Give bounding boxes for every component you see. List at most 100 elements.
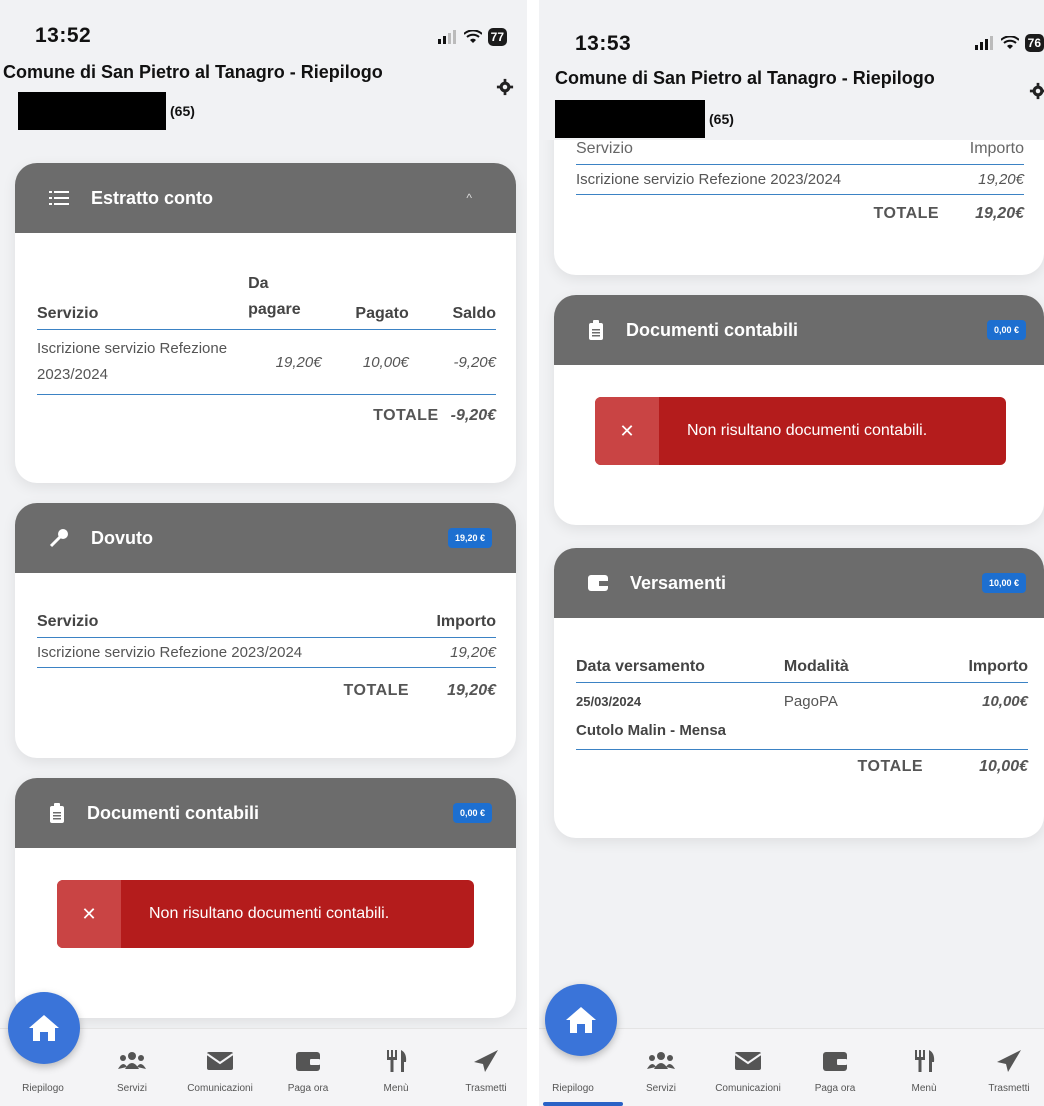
table-row-description: Cutolo Malin - Mensa xyxy=(576,716,1028,750)
active-tab-indicator xyxy=(543,1102,623,1106)
cell-servizio: Iscrizione servizio Refezione 2023/2024 xyxy=(576,164,948,195)
tab-servizi[interactable]: Servizi xyxy=(621,1049,701,1094)
card-title: Dovuto xyxy=(91,527,153,548)
cell-da-pagare: 19,20€ xyxy=(248,329,322,395)
estratto-conto-header[interactable]: Estratto conto ^ xyxy=(15,163,516,233)
content-scroll[interactable]: Servizio Importo Iscrizione servizio Ref… xyxy=(539,140,1044,1028)
col-servizio: Servizio xyxy=(37,271,249,330)
tab-label: Riepilogo xyxy=(22,1083,64,1094)
content-scroll[interactable]: Estratto conto ^ Servizio Da pagare Paga… xyxy=(0,138,527,1028)
user-id: (65) xyxy=(170,103,195,119)
card-title: Estratto conto xyxy=(91,187,214,208)
clipboard-icon xyxy=(50,803,64,823)
documenti-header[interactable]: Documenti contabili 0,00 € xyxy=(554,295,1044,365)
cell-importo: 10,00€ xyxy=(982,693,1028,710)
tab-menu[interactable]: Menù xyxy=(356,1049,436,1094)
tab-comunicazioni[interactable]: Comunicazioni xyxy=(708,1049,788,1094)
wifi-icon xyxy=(463,30,482,43)
versamenti-table: Data versamento Modalità Importo 25/03/2… xyxy=(576,658,1028,750)
clipboard-icon xyxy=(589,320,603,340)
envelope-icon xyxy=(206,1052,234,1070)
tab-label: Trasmetti xyxy=(465,1083,507,1094)
dovuto-header[interactable]: Dovuto 19,20 € xyxy=(15,503,516,573)
page-title: Comune di San Pietro al Tanagro - Riepil… xyxy=(3,62,383,82)
dovuto-body: Servizio Importo Iscrizione servizio Ref… xyxy=(554,140,1044,223)
total-row: TOTALE 19,20€ xyxy=(37,682,496,700)
documenti-header[interactable]: Documenti contabili 0,00 € xyxy=(15,778,516,848)
tab-servizi[interactable]: Servizi xyxy=(92,1049,172,1094)
tab-label: Servizi xyxy=(645,1083,676,1094)
home-fab-button[interactable] xyxy=(545,984,617,1056)
tab-label: Menù xyxy=(383,1083,409,1094)
status-icons: 77 xyxy=(437,28,507,46)
col-saldo: Saldo xyxy=(408,271,496,330)
versamenti-header[interactable]: Versamenti 10,00 € xyxy=(554,548,1044,618)
table-row: Iscrizione servizio Refezione 2023/2024 … xyxy=(37,637,496,668)
dovuto-card: Servizio Importo Iscrizione servizio Ref… xyxy=(554,140,1044,275)
dovuto-table: Servizio Importo Iscrizione servizio Ref… xyxy=(37,613,496,668)
list-icon xyxy=(49,191,69,205)
user-selector[interactable]: (65) xyxy=(18,92,195,130)
chevron-up-icon[interactable]: ^ xyxy=(466,191,472,205)
clock: 13:52 xyxy=(35,24,92,47)
left-phone-screen: 13:52 77 Comune di San Pietro al Tanagro… xyxy=(0,0,527,1106)
key-icon xyxy=(49,529,68,548)
tab-paga-ora[interactable]: Paga ora xyxy=(795,1049,875,1094)
bottom-tab-bar: Riepilogo Servizi Comunicazioni Paga ora… xyxy=(0,1028,527,1106)
wallet-icon xyxy=(823,1052,847,1071)
utensils-icon xyxy=(387,1050,407,1072)
total-label: TOTALE xyxy=(373,407,439,424)
bottom-tab-bar: Riepilogo Servizi Comunicazioni Paga ora… xyxy=(539,1028,1044,1106)
battery-level: 77 xyxy=(487,28,507,46)
user-selector[interactable]: (65) xyxy=(555,100,734,138)
total-label: TOTALE xyxy=(343,682,410,699)
close-icon[interactable]: ✕ xyxy=(595,397,659,465)
users-icon xyxy=(647,1052,675,1069)
right-phone-screen: 13:53 76 Comune di San Pietro al Tanagro… xyxy=(539,0,1044,1106)
tab-trasmetti[interactable]: Trasmetti xyxy=(446,1049,526,1094)
tab-comunicazioni[interactable]: Comunicazioni xyxy=(180,1049,260,1094)
status-bar: 13:52 77 xyxy=(0,0,527,52)
card-title: Documenti contabili xyxy=(87,802,260,823)
cell-saldo: -9,20€ xyxy=(408,329,496,395)
col-servizio: Servizio xyxy=(576,140,948,165)
tab-menu[interactable]: Menù xyxy=(884,1049,964,1094)
dovuto-body: Servizio Importo Iscrizione servizio Ref… xyxy=(15,573,516,700)
status-bar: 13:53 76 xyxy=(539,0,1044,55)
paper-plane-icon xyxy=(474,1050,498,1072)
user-id: (65) xyxy=(709,111,734,127)
page-title: Comune di San Pietro al Tanagro - Riepil… xyxy=(555,68,935,88)
gear-icon[interactable] xyxy=(1029,82,1044,100)
wallet-icon xyxy=(588,575,608,591)
tab-label: Comunicazioni xyxy=(187,1083,253,1094)
col-data: Data versamento xyxy=(576,658,784,683)
tab-paga-ora[interactable]: Paga ora xyxy=(268,1049,348,1094)
total-value: 19,20€ xyxy=(447,682,496,699)
total-value: 19,20€ xyxy=(975,205,1024,222)
home-icon xyxy=(29,1015,59,1041)
table-row: Iscrizione servizio Refezione 2023/2024 … xyxy=(576,164,1024,195)
col-importo: Importo xyxy=(919,658,1028,683)
tab-label: Comunicazioni xyxy=(715,1083,781,1094)
close-icon[interactable]: ✕ xyxy=(57,880,121,948)
documenti-card: Documenti contabili 0,00 € ✕ Non risulta… xyxy=(15,778,516,1018)
empty-alert: ✕ Non risultano documenti contabili. xyxy=(595,397,1006,465)
cell-modalita: PagoPA xyxy=(783,693,838,710)
tab-trasmetti[interactable]: Trasmetti xyxy=(969,1049,1044,1094)
tab-label: Trasmetti xyxy=(988,1083,1030,1094)
total-label: TOTALE xyxy=(857,758,924,775)
status-badge: 19,20 € xyxy=(447,528,492,548)
clock: 13:53 xyxy=(575,32,632,55)
utensils-icon xyxy=(915,1050,935,1072)
total-label: TOTALE xyxy=(873,205,940,222)
home-fab-button[interactable] xyxy=(8,992,80,1064)
tab-label: Paga ora xyxy=(814,1083,856,1094)
estratto-conto-body: Servizio Da pagare Pagato Saldo Iscrizio… xyxy=(15,233,516,425)
col-modalita: Modalità xyxy=(783,658,920,683)
col-importo: Importo xyxy=(411,613,496,638)
home-icon xyxy=(566,1007,596,1033)
tab-label: Paga ora xyxy=(287,1083,329,1094)
versamenti-card: Versamenti 10,00 € Data versamento Modal… xyxy=(554,548,1044,838)
gear-icon[interactable] xyxy=(496,78,514,96)
redacted-name xyxy=(555,100,705,138)
